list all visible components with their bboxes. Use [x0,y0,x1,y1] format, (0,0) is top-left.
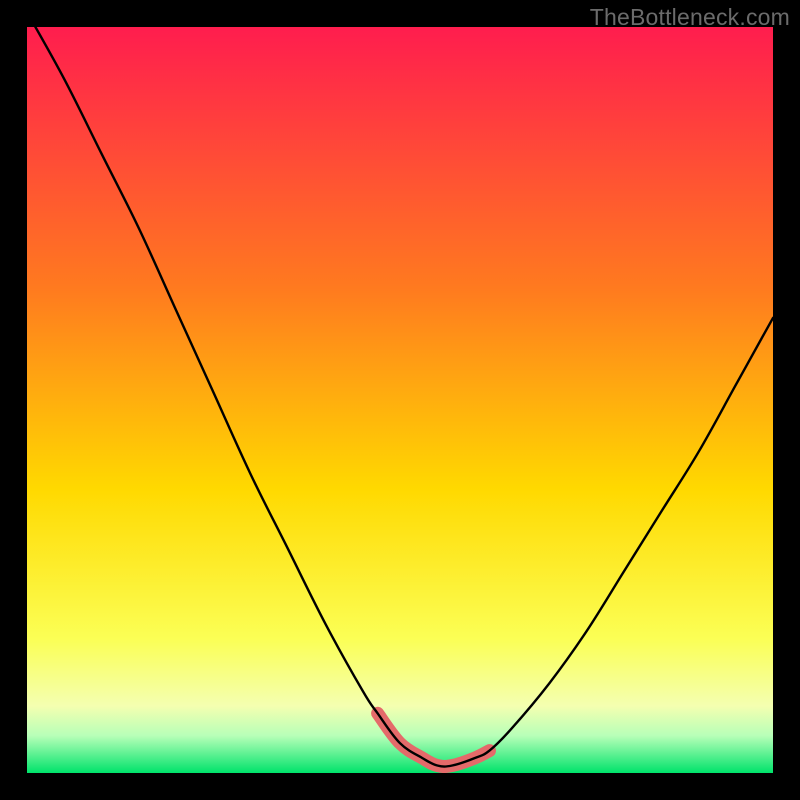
gradient-background [27,27,773,773]
plot-area [27,27,773,773]
attribution-text: TheBottleneck.com [590,4,790,31]
chart-frame: TheBottleneck.com [0,0,800,800]
chart-canvas [27,27,773,773]
